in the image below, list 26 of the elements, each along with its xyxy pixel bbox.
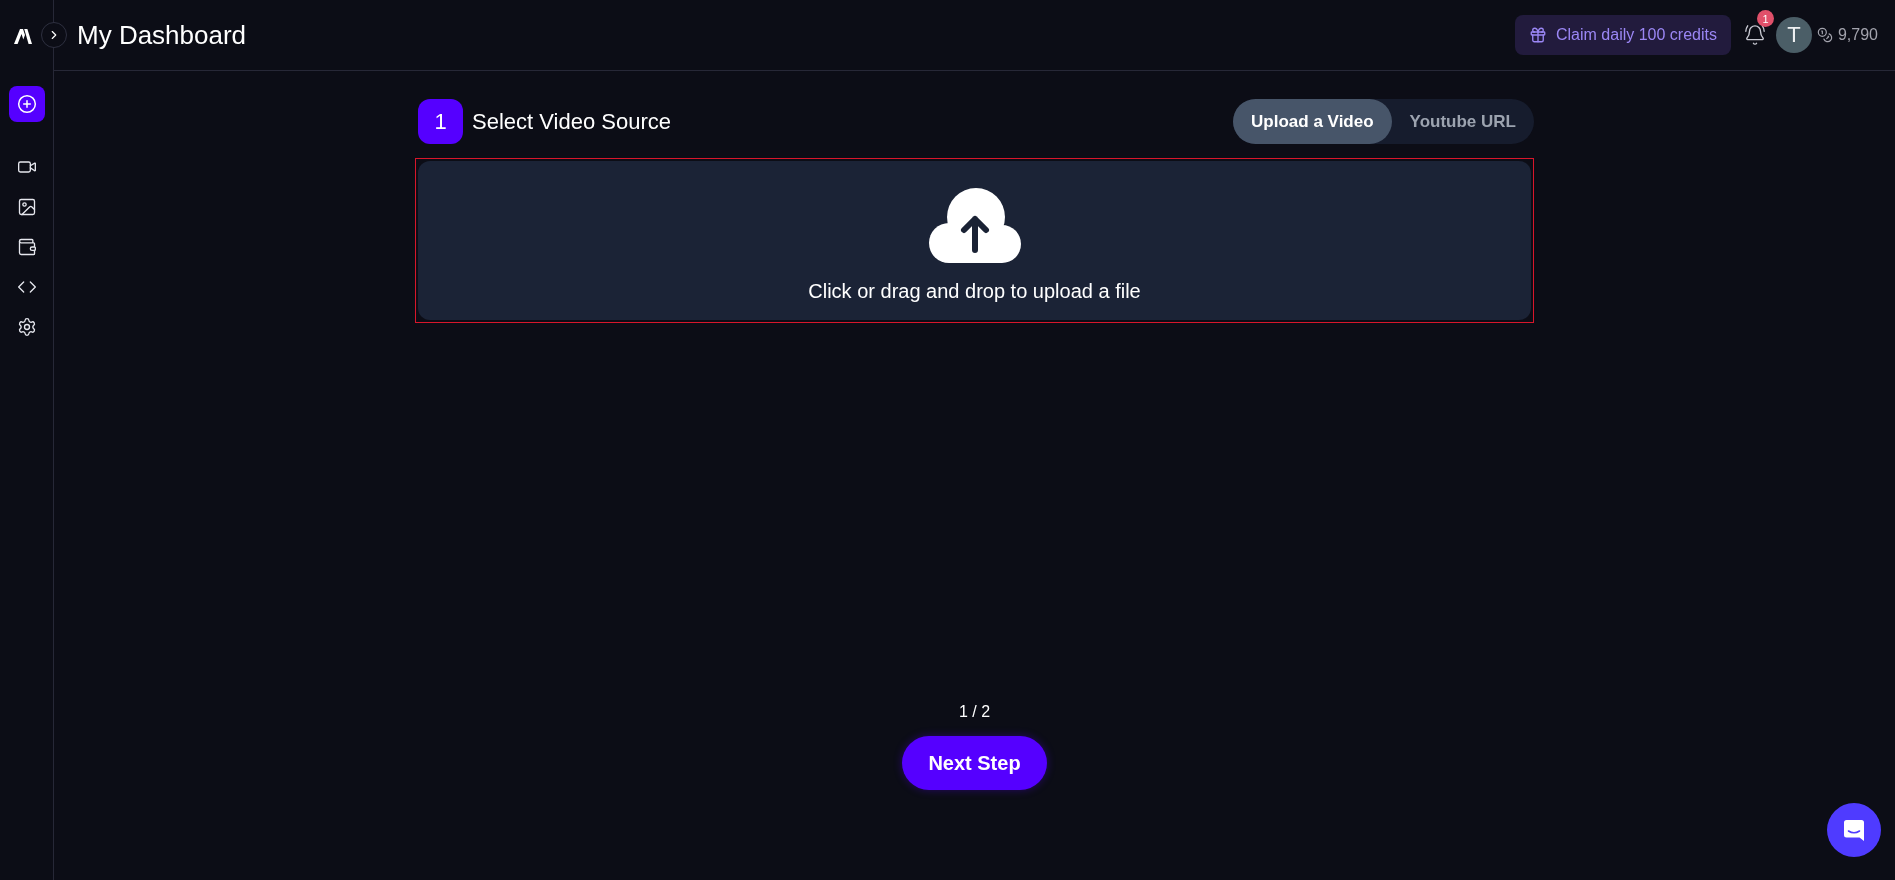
settings-icon[interactable] [16,317,37,337]
cloud-upload-icon [928,188,1021,264]
notification-bell-icon[interactable] [1743,24,1766,46]
chat-bubble-icon [1842,818,1866,842]
upload-dropzone[interactable]: Click or drag and drop to upload a file [418,161,1531,320]
source-tab[interactable]: Youtube URL [1391,99,1534,144]
coins-icon [1816,27,1833,43]
user-avatar[interactable]: T [1775,17,1812,53]
claim-credits-button[interactable]: Claim daily 100 credits [1515,15,1731,55]
image-icon[interactable] [16,197,37,217]
step-number-badge: 1 [418,99,463,144]
plus-circle-icon [16,94,37,114]
step-title: Select Video Source [472,108,671,135]
credit-balance: 9,790 [1837,26,1878,44]
next-step-button[interactable]: Next Step [902,736,1047,790]
step-counter: 1 / 2 [958,703,991,721]
chat-button[interactable] [1827,803,1881,857]
source-tab[interactable]: Upload a Video [1233,99,1392,144]
wallet-icon[interactable] [16,237,37,257]
logo-mark [13,28,32,44]
notification-count-badge: 1 [1756,10,1774,27]
dropzone-hint: Click or drag and drop to upload a file [808,280,1141,303]
gift-icon [1529,26,1547,44]
create-button[interactable] [8,86,45,122]
page-title: My Dashboard [77,19,247,51]
expand-sidebar-button[interactable] [41,22,67,48]
